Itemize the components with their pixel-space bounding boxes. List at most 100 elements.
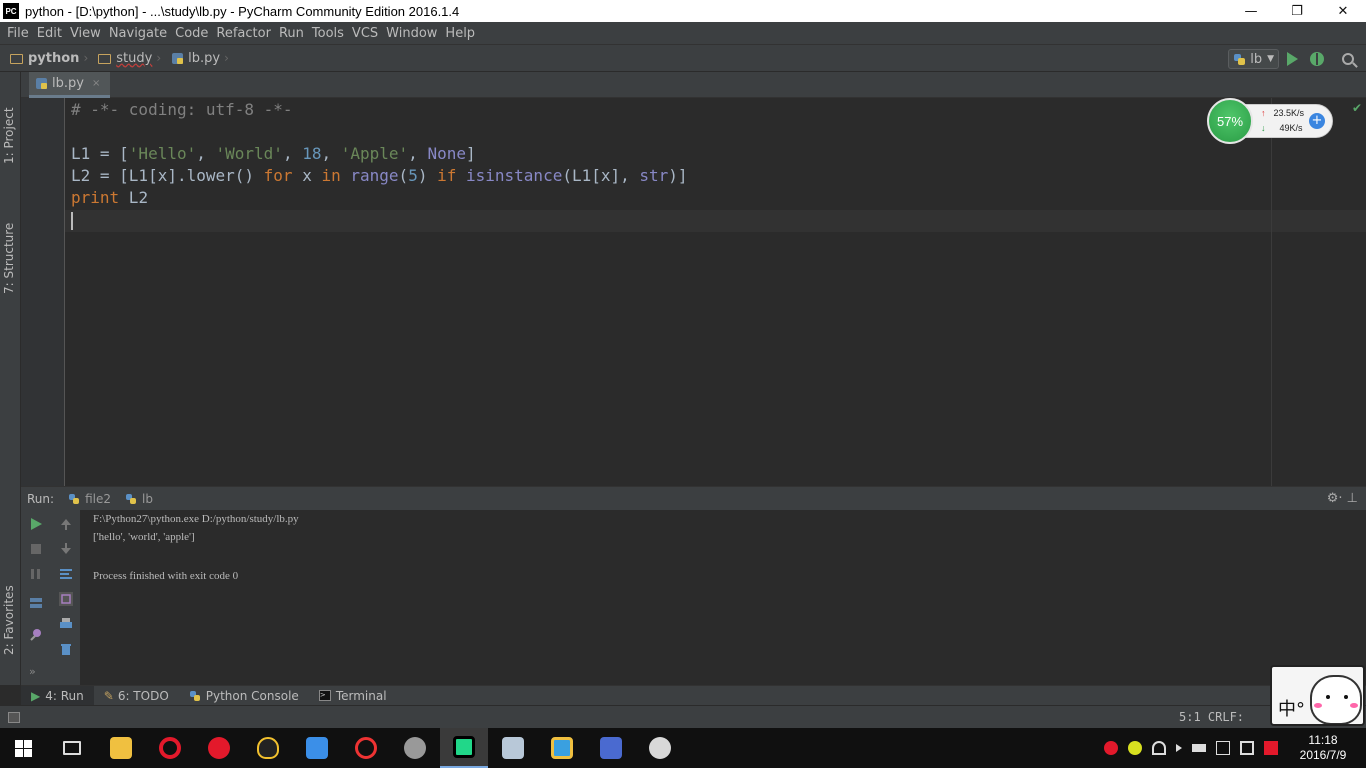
netease-music-icon[interactable] bbox=[195, 728, 243, 768]
minimize-button[interactable]: — bbox=[1228, 0, 1274, 22]
breadcrumb-file[interactable]: lb.py › bbox=[171, 51, 229, 66]
memory-usage-circle: 57% bbox=[1207, 98, 1253, 144]
debug-bug-icon[interactable] bbox=[1310, 52, 1324, 66]
qq-icon[interactable] bbox=[244, 728, 292, 768]
close-tab-icon[interactable]: × bbox=[92, 78, 100, 89]
arrow-down-icon: ↓ bbox=[1261, 123, 1266, 133]
caret-position[interactable]: 5:1 CRLF: bbox=[1179, 710, 1244, 724]
code-line-current bbox=[71, 209, 688, 231]
menu-tools[interactable]: Tools bbox=[312, 26, 344, 41]
run-configuration-select[interactable]: lb ▼ bbox=[1228, 49, 1279, 69]
menu-vcs[interactable]: VCS bbox=[352, 26, 378, 41]
task-view-icon[interactable] bbox=[48, 728, 96, 768]
breadcrumb-folder[interactable]: study › bbox=[98, 51, 161, 66]
trash-icon[interactable] bbox=[59, 642, 73, 656]
tool-button-python-console[interactable]: Python Console bbox=[179, 686, 309, 706]
volume-icon[interactable] bbox=[1176, 744, 1182, 752]
run-toolbar-primary: » bbox=[21, 510, 51, 685]
scroll-to-end-icon[interactable] bbox=[59, 592, 73, 606]
code-token: isinstance bbox=[466, 166, 563, 185]
sogou-tray-icon[interactable] bbox=[1264, 741, 1278, 755]
code-content[interactable]: # -*- coding: utf-8 -*- L1 = ['Hello', 'W… bbox=[71, 99, 688, 231]
menu-view[interactable]: View bbox=[70, 26, 101, 41]
network-app-icon[interactable] bbox=[587, 728, 635, 768]
close-button[interactable]: ✕ bbox=[1320, 0, 1366, 22]
code-token: 5 bbox=[408, 166, 418, 185]
layout-icon[interactable] bbox=[29, 596, 43, 610]
rerun-play-icon[interactable] bbox=[29, 517, 43, 531]
tool-button-terminal[interactable]: > Terminal bbox=[309, 686, 397, 706]
file-explorer-icon[interactable] bbox=[97, 728, 145, 768]
ime-icon[interactable] bbox=[1216, 741, 1230, 755]
run-toolbar: lb ▼ bbox=[1228, 45, 1366, 73]
tray-plus-icon[interactable] bbox=[1128, 741, 1142, 755]
menu-run[interactable]: Run bbox=[279, 26, 304, 41]
menu-code[interactable]: Code bbox=[175, 26, 208, 41]
download-speed-value: 49K/s bbox=[1279, 123, 1303, 133]
code-token: str bbox=[639, 166, 669, 185]
more-icon[interactable]: » bbox=[29, 665, 43, 679]
chevron-right-icon: › bbox=[83, 51, 89, 65]
run-play-icon[interactable] bbox=[1287, 52, 1298, 66]
network-speed-widget[interactable]: 57% ↑ 23.5K/s ↓ 49K/s + bbox=[1207, 98, 1333, 144]
plus-icon[interactable]: + bbox=[1309, 113, 1325, 129]
sogou-icon[interactable] bbox=[342, 728, 390, 768]
stop-icon[interactable] bbox=[29, 542, 43, 556]
menu-file[interactable]: File bbox=[7, 26, 29, 41]
battery-icon[interactable] bbox=[1192, 744, 1206, 752]
breadcrumb-project[interactable]: python › bbox=[10, 51, 88, 66]
console-line: F:\Python27\python.exe D:/python/study/l… bbox=[93, 513, 299, 525]
app-icon[interactable] bbox=[391, 728, 439, 768]
tool-windows-toggle-icon[interactable] bbox=[8, 712, 20, 723]
breadcrumb-project-label: python bbox=[28, 50, 80, 66]
cat-mascot-icon bbox=[1310, 675, 1362, 724]
code-editor[interactable]: # -*- coding: utf-8 -*- L1 = ['Hello', 'W… bbox=[21, 98, 1366, 486]
menu-navigate[interactable]: Navigate bbox=[109, 26, 167, 41]
print-icon[interactable] bbox=[59, 617, 73, 631]
soft-wrap-icon[interactable] bbox=[59, 567, 73, 581]
menu-refactor[interactable]: Refactor bbox=[216, 26, 271, 41]
run-panel-settings[interactable]: ⚙· ⊥ bbox=[1327, 491, 1358, 506]
baidu-netdisk-icon[interactable] bbox=[293, 728, 341, 768]
run-tab-file2[interactable]: file2 bbox=[68, 492, 111, 506]
arrow-up-icon[interactable] bbox=[59, 517, 73, 531]
tool-tab-project[interactable]: 1: Project bbox=[2, 107, 16, 164]
tray-netease-icon[interactable] bbox=[1104, 741, 1118, 755]
tool-tab-structure[interactable]: 7: Structure bbox=[2, 223, 16, 294]
search-icon[interactable] bbox=[1342, 53, 1354, 65]
code-token: None bbox=[427, 144, 466, 163]
maximize-button[interactable]: ❐ bbox=[1274, 0, 1320, 22]
windows-start-icon[interactable] bbox=[15, 740, 32, 757]
pycharm-taskbar-icon[interactable] bbox=[440, 728, 488, 768]
menu-edit[interactable]: Edit bbox=[37, 26, 62, 41]
wifi-icon[interactable] bbox=[1152, 741, 1166, 755]
opera-browser-icon[interactable] bbox=[146, 728, 194, 768]
tool-tab-favorites[interactable]: 2: Favorites bbox=[2, 585, 16, 655]
editor-gutter bbox=[21, 98, 65, 486]
tab-lb-py[interactable]: lb.py × bbox=[29, 72, 111, 98]
notes-app-icon[interactable] bbox=[538, 728, 586, 768]
menu-help[interactable]: Help bbox=[445, 26, 475, 41]
code-token: range bbox=[350, 166, 399, 185]
tool-button-label: 6: TODO bbox=[117, 688, 169, 703]
remote-desktop-icon[interactable] bbox=[489, 728, 537, 768]
pin-icon[interactable] bbox=[29, 628, 43, 642]
tool-button-run[interactable]: ▶ 4: Run bbox=[21, 685, 94, 706]
run-console-output[interactable]: F:\Python27\python.exe D:/python/study/l… bbox=[82, 510, 1366, 685]
run-panel-label: Run: bbox=[27, 491, 55, 506]
ime-mascot-widget[interactable]: 中° bbox=[1270, 665, 1365, 726]
tool-button-todo[interactable]: ✎ 6: TODO bbox=[94, 686, 179, 706]
run-panel-header: Run: file2 lb ⚙· ⊥ bbox=[21, 486, 1366, 510]
arrow-down-icon[interactable] bbox=[59, 542, 73, 556]
menu-window[interactable]: Window bbox=[386, 26, 437, 41]
right-margin-guide bbox=[1271, 98, 1272, 486]
paint-icon[interactable] bbox=[636, 728, 684, 768]
taskbar-clock[interactable]: 11:18 2016/7/9 bbox=[1288, 733, 1358, 763]
pause-icon[interactable] bbox=[29, 567, 43, 581]
tool-button-label: Python Console bbox=[205, 688, 299, 703]
run-tab-lb[interactable]: lb bbox=[125, 492, 153, 506]
action-center-icon[interactable] bbox=[1240, 741, 1254, 755]
left-tool-strip: 1: Project 7: Structure 2: Favorites bbox=[0, 72, 21, 685]
tab-label: lb.py bbox=[52, 76, 84, 91]
